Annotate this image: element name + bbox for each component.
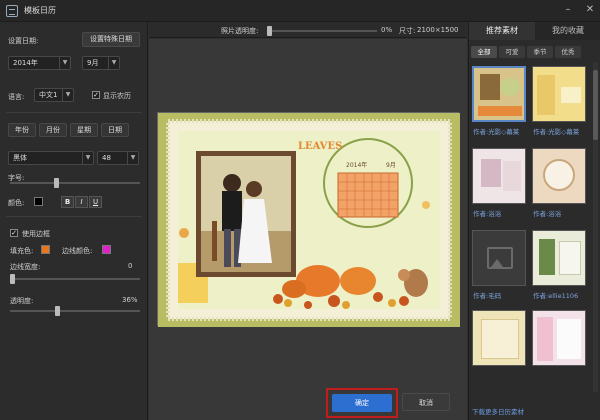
close-icon[interactable]: ✕ — [584, 4, 596, 16]
date-part-day[interactable]: 日期 — [101, 123, 129, 137]
bold-button[interactable]: B — [61, 196, 74, 208]
thumbnail-author: 作者:毛码 — [473, 292, 502, 300]
underline-button[interactable]: U — [89, 196, 102, 208]
opacity-value: 36% — [122, 296, 138, 304]
template-thumbnail[interactable] — [532, 230, 586, 286]
month-value: 9月 — [87, 59, 99, 67]
canvas-toolbar: 照片透明度: 0% 尺寸: 2100×1500 — [149, 22, 467, 38]
window-controls: – ✕ — [562, 4, 596, 16]
template-thumbnail[interactable] — [472, 230, 526, 286]
ok-button[interactable]: 确定 — [332, 394, 392, 412]
thumbnail-author: 作者:浴浴 — [473, 210, 502, 218]
date-part-year[interactable]: 年份 — [8, 123, 36, 137]
template-thumbnail[interactable] — [472, 310, 526, 366]
date-part-tabs: 年份 月份 星期 日期 — [8, 123, 132, 137]
font-size-slider[interactable] — [10, 178, 140, 188]
template-thumbnail[interactable] — [472, 148, 526, 204]
calendar-month-text: 9月 — [386, 162, 396, 169]
font-select[interactable]: 黑体 ▼ — [8, 151, 94, 165]
border-width-label: 边线宽度: — [10, 263, 41, 271]
fill-color-label: 填充色: — [10, 247, 34, 255]
chevron-down-icon: ▼ — [62, 89, 73, 101]
show-lunar-checkbox[interactable]: ✓ — [92, 91, 100, 99]
minimize-icon[interactable]: – — [562, 4, 574, 16]
cancel-button[interactable]: 取消 — [402, 393, 450, 411]
month-select[interactable]: 9月 ▼ — [82, 56, 120, 70]
font-size-value: 48 — [102, 154, 111, 162]
photo-opacity-slider[interactable] — [267, 26, 377, 36]
leaves-deco-text: LEAVES — [298, 141, 343, 152]
language-select[interactable]: 中文1 ▼ — [34, 88, 74, 102]
calendar-year-text: 2014年 — [346, 162, 368, 169]
photo-opacity-label: 照片透明度: — [221, 27, 259, 35]
tab-recommended[interactable]: 推荐素材 — [469, 22, 535, 40]
border-width-slider[interactable] — [10, 274, 140, 284]
download-more-link[interactable]: 下载更多日历素材 — [472, 406, 524, 416]
opacity-slider[interactable] — [10, 306, 140, 316]
language-label: 语言: — [8, 93, 25, 101]
thumbnail-author: 作者:浴浴 — [533, 210, 562, 218]
italic-button[interactable]: I — [75, 196, 88, 208]
scrollbar-thumb[interactable] — [593, 70, 598, 140]
window-title: 模板日历 — [24, 6, 56, 15]
canvas-area: 2014年 9月 LEAVES — [149, 39, 467, 420]
year-select[interactable]: 2014年 ▼ — [8, 56, 71, 70]
photo-opacity-slider-knob[interactable] — [267, 26, 272, 36]
category-cute[interactable]: 可爱 — [499, 46, 525, 58]
thumbnail-author: 作者:光影◇幕莱 — [533, 128, 580, 136]
photo-opacity-value: 0% — [381, 26, 393, 34]
fill-color-swatch[interactable] — [41, 245, 50, 254]
use-border-label: 使用边框 — [22, 230, 50, 238]
template-thumbnail[interactable] — [532, 148, 586, 204]
thumbnail-author: 作者:ellie1106 — [533, 292, 579, 300]
category-season[interactable]: 季节 — [527, 46, 553, 58]
thumbnail-author: 作者:光影◇幕莱 — [473, 128, 520, 136]
font-size-slider-knob[interactable] — [54, 178, 59, 188]
category-all[interactable]: 全部 — [471, 46, 497, 58]
chevron-down-icon: ▼ — [59, 57, 70, 69]
template-thumbnail[interactable] — [472, 66, 526, 122]
border-width-slider-knob[interactable] — [10, 274, 15, 284]
show-lunar-label: 显示农历 — [103, 92, 131, 100]
color-label: 颜色: — [8, 199, 25, 207]
use-border-checkbox[interactable]: ✓ — [10, 229, 18, 237]
border-color-label: 边线颜色: — [62, 247, 93, 255]
ok-button-highlight: 确定 — [326, 388, 398, 418]
chevron-down-icon: ▼ — [108, 57, 119, 69]
materials-scrollbar[interactable] — [593, 62, 598, 392]
size-value: 2100×1500 — [417, 26, 459, 34]
template-thumbnail[interactable] — [532, 310, 586, 366]
materials-panel: 推荐素材 我的收藏 全部 可爱 季节 优秀 作者:光影◇幕莱 作者:光影◇幕莱 … — [468, 22, 600, 420]
border-width-value: 0 — [128, 262, 133, 270]
year-value: 2014年 — [13, 59, 38, 67]
font-value: 黑体 — [13, 154, 27, 162]
opacity-label: 透明度: — [10, 297, 34, 305]
materials-tabs: 推荐素材 我的收藏 — [469, 22, 600, 40]
size-label: 尺寸: — [399, 27, 416, 35]
title-bar: 模板日历 – ✕ — [0, 0, 600, 22]
calendar-template-window: 模板日历 – ✕ 设置日期: 设置特殊日期 2014年 ▼ 9月 ▼ 语言: 中… — [0, 0, 600, 420]
language-value: 中文1 — [39, 91, 58, 99]
category-tabs: 全部 可爱 季节 优秀 — [471, 46, 581, 58]
calendar-preview[interactable]: 2014年 9月 LEAVES — [157, 112, 460, 327]
date-part-week[interactable]: 星期 — [70, 123, 98, 137]
special-date-button[interactable]: 设置特殊日期 — [82, 32, 140, 47]
font-color-swatch[interactable] — [34, 197, 43, 206]
tab-favorites[interactable]: 我的收藏 — [535, 22, 600, 40]
chevron-down-icon: ▼ — [82, 152, 93, 164]
divider — [6, 216, 142, 217]
opacity-slider-knob[interactable] — [55, 306, 60, 316]
border-color-swatch[interactable] — [102, 245, 111, 254]
date-part-month[interactable]: 月份 — [39, 123, 67, 137]
font-size-select[interactable]: 48 ▼ — [97, 151, 139, 165]
calendar-icon — [6, 4, 18, 17]
settings-panel: 设置日期: 设置特殊日期 2014年 ▼ 9月 ▼ 语言: 中文1 ▼ ✓ 显示… — [0, 22, 148, 420]
chevron-down-icon: ▼ — [127, 152, 138, 164]
category-excellent[interactable]: 优秀 — [555, 46, 581, 58]
divider — [6, 112, 142, 113]
date-label: 设置日期: — [8, 37, 39, 45]
template-thumbnail[interactable] — [532, 66, 586, 122]
